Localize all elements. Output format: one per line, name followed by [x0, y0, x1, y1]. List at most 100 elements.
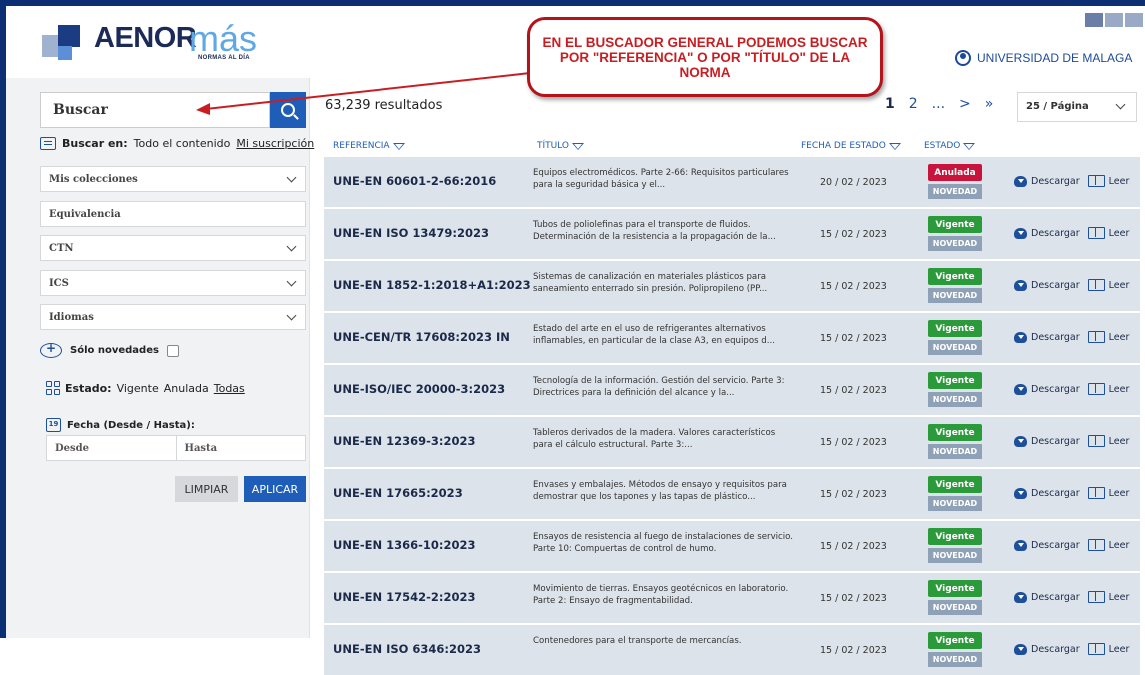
read-button[interactable]: Leer	[1109, 384, 1130, 395]
equivalence-input[interactable]: Equivalencia	[40, 201, 306, 227]
date-to-input[interactable]: Hasta	[177, 436, 306, 460]
read-button[interactable]: Leer	[1109, 488, 1130, 499]
ctn-dropdown[interactable]: CTN	[40, 235, 306, 261]
column-header-date[interactable]: FECHA DE ESTADO	[801, 141, 901, 151]
read-button[interactable]: Leer	[1109, 436, 1130, 447]
row-reference[interactable]: UNE-EN 1366-10:2023	[333, 538, 475, 552]
search-button[interactable]	[270, 92, 306, 128]
table-row[interactable]: UNE-ISO/IEC 20000-3:2023 Tecnología de la…	[324, 365, 1140, 415]
user-account[interactable]: UNIVERSIDAD DE MALAGA	[955, 50, 1132, 66]
download-icon	[1014, 435, 1027, 447]
brand-name: AENOR	[94, 22, 197, 54]
download-button[interactable]: Descargar	[1031, 436, 1080, 447]
frame-left	[0, 0, 6, 638]
novelties-filter[interactable]: Sólo novedades	[40, 341, 179, 358]
page-2[interactable]: 2	[909, 96, 918, 112]
row-reference[interactable]: UNE-EN 1852-1:2018+A1:2023	[333, 278, 531, 292]
row-reference[interactable]: UNE-EN ISO 6346:2023	[333, 642, 481, 656]
table-row[interactable]: UNE-EN ISO 6346:2023 Contenedores para el…	[324, 625, 1140, 675]
download-button[interactable]: Descargar	[1031, 540, 1080, 551]
status-option-anulada[interactable]: Anulada	[164, 382, 209, 395]
download-button[interactable]: Descargar	[1031, 644, 1080, 655]
column-header-title[interactable]: TÍTULO	[537, 141, 585, 151]
last-page-button[interactable]: »	[985, 96, 994, 112]
column-header-ref[interactable]: REFERENCIA	[333, 141, 405, 151]
date-from-input[interactable]: Desde	[47, 436, 177, 460]
row-reference[interactable]: UNE-ISO/IEC 20000-3:2023	[333, 382, 505, 396]
search-input[interactable]: Buscar	[40, 92, 270, 128]
ics-dropdown[interactable]: ICS	[40, 270, 306, 296]
download-button[interactable]: Descargar	[1031, 488, 1080, 499]
row-title[interactable]: Estado del arte en el uso de refrigerant…	[533, 323, 793, 347]
row-date: 15 / 02 / 2023	[820, 437, 887, 448]
row-title[interactable]: Tableros derivados de la madera. Valores…	[533, 427, 793, 451]
scope-all-link[interactable]: Todo el contenido	[134, 137, 231, 150]
read-button[interactable]: Leer	[1109, 228, 1130, 239]
download-button[interactable]: Descargar	[1031, 332, 1080, 343]
table-row[interactable]: UNE-EN 1366-10:2023 Ensayos de resistenci…	[324, 521, 1140, 571]
novelty-badge: NOVEDAD	[928, 652, 982, 667]
row-reference[interactable]: UNE-EN 60601-2-66:2016	[333, 174, 496, 188]
apply-button[interactable]: APLICAR	[244, 476, 306, 502]
row-title[interactable]: Ensayos de resistencia al fuego de insta…	[533, 531, 793, 555]
read-button[interactable]: Leer	[1109, 280, 1130, 291]
table-row[interactable]: UNE-CEN/TR 17608:2023 IN Estado del arte …	[324, 313, 1140, 363]
table-row[interactable]: UNE-EN 12369-3:2023 Tableros derivados de…	[324, 417, 1140, 467]
table-row[interactable]: UNE-EN 1852-1:2018+A1:2023 Sistemas de ca…	[324, 261, 1140, 311]
row-title[interactable]: Contenedores para el transporte de merca…	[533, 635, 793, 647]
row-title[interactable]: Movimiento de tierras. Ensayos geotécnic…	[533, 583, 793, 607]
row-reference[interactable]: UNE-EN 17542-2:2023	[333, 590, 475, 604]
annotation-text: EN EL BUSCADOR GENERAL PODEMOS BUSCAR PO…	[542, 34, 868, 80]
row-title[interactable]: Envases y embalajes. Métodos de ensayo y…	[533, 479, 793, 503]
column-header-status[interactable]: ESTADO	[924, 141, 976, 151]
languages-dropdown[interactable]: Idiomas	[40, 304, 306, 330]
row-title[interactable]: Tecnología de la información. Gestión de…	[533, 375, 793, 399]
download-button[interactable]: Descargar	[1031, 592, 1080, 603]
row-date: 15 / 02 / 2023	[820, 541, 887, 552]
book-icon	[1087, 227, 1105, 239]
status-filter: Estado: Vigente Anulada Todas	[46, 381, 245, 395]
pagination: 1 2 ... > »	[885, 96, 993, 112]
status-badge: Vigente	[928, 528, 982, 545]
table-row[interactable]: UNE-EN ISO 13479:2023 Tubos de poliolefin…	[324, 209, 1140, 259]
status-badge: Vigente	[928, 476, 982, 493]
page-1[interactable]: 1	[885, 96, 895, 112]
read-button[interactable]: Leer	[1109, 540, 1130, 551]
page-size-select[interactable]: 25 / Página	[1017, 92, 1137, 122]
row-title[interactable]: Tubos de poliolefinas para el transporte…	[533, 219, 793, 243]
status-badge: Vigente	[928, 580, 982, 597]
status-badge: Anulada	[928, 164, 982, 181]
status-option-vigente[interactable]: Vigente	[117, 382, 159, 395]
row-reference[interactable]: UNE-EN 17665:2023	[333, 486, 463, 500]
read-button[interactable]: Leer	[1109, 176, 1130, 187]
table-row[interactable]: UNE-EN 60601-2-66:2016 Equipos electroméd…	[324, 157, 1140, 207]
table-row[interactable]: UNE-EN 17542-2:2023 Movimiento de tierras…	[324, 573, 1140, 623]
row-reference[interactable]: UNE-EN ISO 13479:2023	[333, 226, 489, 240]
download-button[interactable]: Descargar	[1031, 176, 1080, 187]
download-button[interactable]: Descargar	[1031, 228, 1080, 239]
download-icon	[1014, 175, 1027, 187]
table-row[interactable]: UNE-EN 17665:2023 Envases y embalajes. Mé…	[324, 469, 1140, 519]
row-reference[interactable]: UNE-EN 12369-3:2023	[333, 434, 475, 448]
next-page-button[interactable]: >	[959, 96, 971, 112]
top-right-decoration	[1083, 12, 1145, 30]
row-reference[interactable]: UNE-CEN/TR 17608:2023 IN	[333, 330, 510, 344]
row-title[interactable]: Equipos electromédicos. Parte 2-66: Requ…	[533, 167, 793, 191]
aenor-logo[interactable]: AENOR más NORMAS AL DÍA	[42, 18, 262, 70]
read-button[interactable]: Leer	[1109, 332, 1130, 343]
novelties-checkbox[interactable]	[166, 344, 179, 357]
collections-dropdown[interactable]: Mis colecciones	[40, 166, 306, 192]
status-option-todas[interactable]: Todas	[214, 382, 245, 395]
row-date: 15 / 02 / 2023	[820, 489, 887, 500]
novelty-badge: NOVEDAD	[928, 236, 982, 251]
download-button[interactable]: Descargar	[1031, 384, 1080, 395]
search-placeholder: Buscar	[53, 102, 108, 118]
row-actions: Descargar Leer	[1014, 175, 1129, 187]
scope-subscription-link[interactable]: Mi suscripción	[236, 137, 314, 150]
row-title[interactable]: Sistemas de canalización en materiales p…	[533, 271, 793, 295]
row-date: 15 / 02 / 2023	[820, 593, 887, 604]
clear-button[interactable]: LIMPIAR	[175, 476, 238, 502]
download-button[interactable]: Descargar	[1031, 280, 1080, 291]
read-button[interactable]: Leer	[1109, 592, 1130, 603]
read-button[interactable]: Leer	[1109, 644, 1130, 655]
